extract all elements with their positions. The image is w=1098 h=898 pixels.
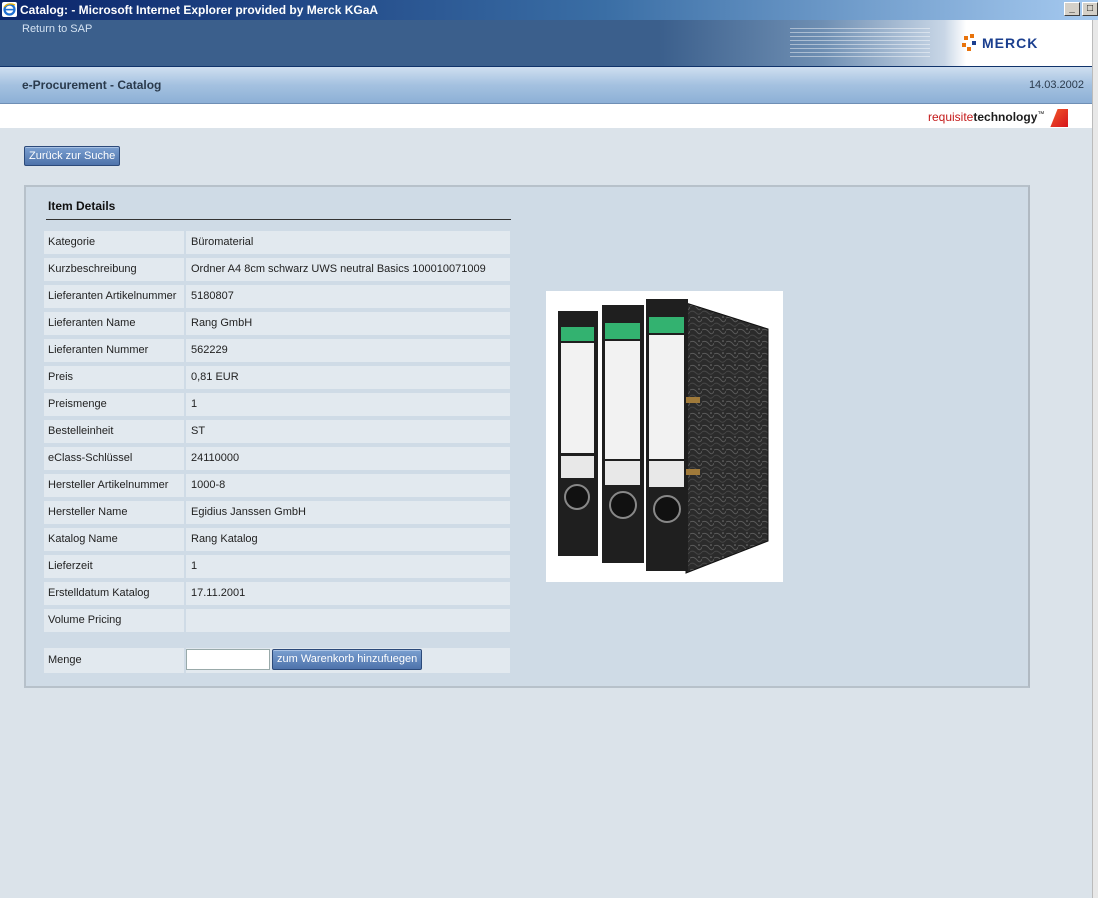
quantity-controls: zum Warenkorb hinzufuegen bbox=[186, 648, 510, 673]
row-label: Lieferzeit bbox=[44, 555, 184, 578]
row-value: 1000-8 bbox=[186, 474, 510, 497]
merck-logo-text: MERCK bbox=[982, 35, 1039, 51]
merck-mark-icon bbox=[962, 34, 980, 52]
window-title: Catalog: - Microsoft Internet Explorer p… bbox=[20, 3, 379, 17]
row-value: 0,81 EUR bbox=[186, 366, 510, 389]
row-value: 24110000 bbox=[186, 447, 510, 470]
table-row: Bestelleinheit ST bbox=[44, 420, 510, 443]
row-label: Preis bbox=[44, 366, 184, 389]
content-area: Zurück zur Suche Item Details Kategorie … bbox=[0, 128, 1098, 898]
quantity-row: Menge zum Warenkorb hinzufuegen bbox=[44, 648, 510, 673]
table-row: Preismenge 1 bbox=[44, 393, 510, 416]
add-to-cart-button[interactable]: zum Warenkorb hinzufuegen bbox=[272, 649, 423, 670]
branding-strip: requisitetechnology™ bbox=[0, 104, 1098, 128]
table-row: Erstelldatum Katalog 17.11.2001 bbox=[44, 582, 510, 605]
window-controls: _ □ bbox=[1064, 2, 1098, 16]
logo-text-technology: technology bbox=[973, 110, 1038, 125]
requisite-technology-logo: requisitetechnology™ bbox=[928, 109, 1069, 127]
row-label: Preismenge bbox=[44, 393, 184, 416]
row-value: 17.11.2001 bbox=[186, 582, 510, 605]
row-value: ST bbox=[186, 420, 510, 443]
logo-text-requisite: requisite bbox=[928, 110, 974, 125]
table-row: Kategorie Büromaterial bbox=[44, 231, 510, 254]
item-details-panel: Item Details Kategorie Büromaterial Kurz… bbox=[24, 185, 1030, 688]
row-label: Erstelldatum Katalog bbox=[44, 582, 184, 605]
table-row: Hersteller Artikelnummer 1000-8 bbox=[44, 474, 510, 497]
row-label: Kategorie bbox=[44, 231, 184, 254]
row-label: eClass-Schlüssel bbox=[44, 447, 184, 470]
divider bbox=[46, 219, 511, 220]
row-value: Rang GmbH bbox=[186, 312, 510, 335]
page-header: e-Procurement - Catalog 14.03.2002 bbox=[0, 67, 1098, 104]
binder-spine-3 bbox=[646, 299, 688, 571]
row-label: Lieferanten Name bbox=[44, 312, 184, 335]
table-row: Lieferanten Nummer 562229 bbox=[44, 339, 510, 362]
row-value: 562229 bbox=[186, 339, 510, 362]
sap-header-bar: Return to SAP MERCK bbox=[0, 20, 1098, 67]
row-label: Lieferanten Artikelnummer bbox=[44, 285, 184, 308]
product-image bbox=[546, 291, 783, 582]
table-row: Volume Pricing bbox=[44, 609, 510, 632]
table-row: Preis 0,81 EUR bbox=[44, 366, 510, 389]
vertical-scrollbar[interactable] bbox=[1092, 20, 1098, 898]
row-label: Lieferanten Nummer bbox=[44, 339, 184, 362]
page-title: e-Procurement - Catalog bbox=[22, 78, 162, 92]
requisite-logo-icon bbox=[1050, 109, 1069, 127]
row-label: Katalog Name bbox=[44, 528, 184, 551]
trademark-mark: ™ bbox=[1037, 111, 1045, 119]
quantity-input[interactable] bbox=[186, 649, 270, 670]
table-row: Katalog Name Rang Katalog bbox=[44, 528, 510, 551]
back-to-search-button[interactable]: Zurück zur Suche bbox=[24, 146, 121, 166]
row-value: Rang Katalog bbox=[186, 528, 510, 551]
binder-spine-2 bbox=[602, 305, 644, 563]
row-value: Egidius Janssen GmbH bbox=[186, 501, 510, 524]
merck-logo: MERCK bbox=[962, 30, 1058, 56]
row-label: Hersteller Name bbox=[44, 501, 184, 524]
table-row: Hersteller Name Egidius Janssen GmbH bbox=[44, 501, 510, 524]
return-to-sap-link[interactable]: Return to SAP bbox=[22, 23, 92, 35]
window-titlebar: Catalog: - Microsoft Internet Explorer p… bbox=[0, 0, 1098, 20]
row-label: Hersteller Artikelnummer bbox=[44, 474, 184, 497]
table-row: Lieferzeit 1 bbox=[44, 555, 510, 578]
table-row: Lieferanten Artikelnummer 5180807 bbox=[44, 285, 510, 308]
table-row: Lieferanten Name Rang GmbH bbox=[44, 312, 510, 335]
table-row: eClass-Schlüssel 24110000 bbox=[44, 447, 510, 470]
row-value: Büromaterial bbox=[186, 231, 510, 254]
details-table: Kategorie Büromaterial Kurzbeschreibung … bbox=[44, 231, 510, 677]
maximize-button[interactable]: □ bbox=[1082, 2, 1098, 16]
row-label: Bestelleinheit bbox=[44, 420, 184, 443]
row-value: 5180807 bbox=[186, 285, 510, 308]
row-value: 1 bbox=[186, 555, 510, 578]
row-label: Kurzbeschreibung bbox=[44, 258, 184, 281]
binder-spine-1 bbox=[558, 311, 598, 556]
row-value bbox=[186, 609, 510, 632]
row-value: Ordner A4 8cm schwarz UWS neutral Basics… bbox=[186, 258, 510, 281]
page-date: 14.03.2002 bbox=[1028, 79, 1084, 91]
row-label: Volume Pricing bbox=[44, 609, 184, 632]
panel-title: Item Details bbox=[48, 199, 116, 213]
row-value: 1 bbox=[186, 393, 510, 416]
quantity-label: Menge bbox=[44, 648, 184, 673]
internet-explorer-icon bbox=[2, 2, 17, 17]
table-row: Kurzbeschreibung Ordner A4 8cm schwarz U… bbox=[44, 258, 510, 281]
decorative-stripes bbox=[790, 28, 930, 58]
minimize-button[interactable]: _ bbox=[1064, 2, 1080, 16]
